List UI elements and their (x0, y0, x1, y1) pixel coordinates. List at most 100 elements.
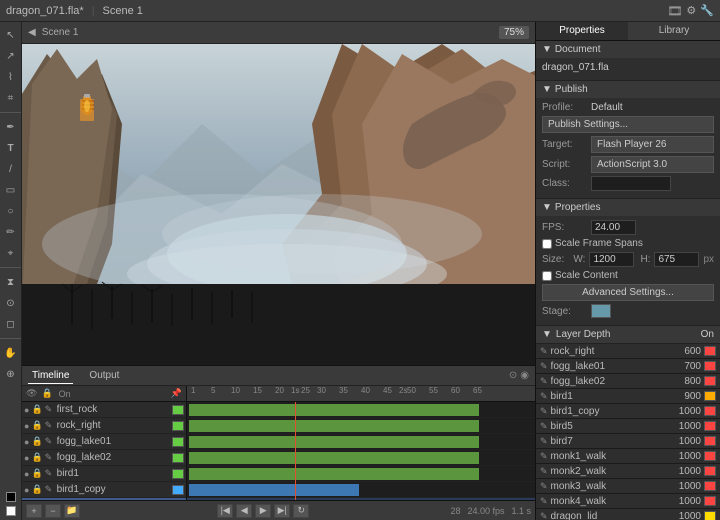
freeform-tool[interactable]: ⌇ (2, 68, 20, 86)
ld-layer-color[interactable] (704, 466, 716, 476)
layer-color[interactable] (172, 469, 184, 479)
ld-row[interactable]: ✎ monk2_walk 1000 (536, 464, 720, 479)
layer-row[interactable]: ● 🔒 ✎ bird1_copy (22, 482, 186, 498)
oval-tool[interactable]: ○ (2, 202, 20, 220)
zoom-tool[interactable]: ⊕ (2, 365, 20, 383)
lasso-tool[interactable]: ⌗ (2, 89, 20, 107)
lock-icon[interactable]: 🔒 (31, 436, 42, 447)
subselect-tool[interactable]: ↗ (2, 47, 20, 65)
add-layer-btn[interactable]: + (26, 504, 42, 518)
ld-row[interactable]: ✎ monk4_walk 1000 (536, 494, 720, 509)
lock-icon[interactable]: 🔒 (31, 404, 42, 415)
ld-layer-color[interactable] (704, 511, 716, 520)
eraser-tool[interactable]: ◻ (2, 315, 20, 333)
ld-row[interactable]: ✎ fogg_lake02 800 (536, 374, 720, 389)
stroke-color[interactable] (6, 492, 16, 502)
ld-layer-color[interactable] (704, 436, 716, 446)
scale-frames-checkbox[interactable] (542, 239, 552, 249)
playhead[interactable] (295, 402, 296, 500)
lock-icon[interactable]: 🔒 (31, 468, 42, 479)
back-btn[interactable]: ◀ (28, 27, 36, 38)
ld-row[interactable]: ✎ bird7 1000 (536, 434, 720, 449)
ld-row[interactable]: ✎ monk1_walk 1000 (536, 449, 720, 464)
lock-icon[interactable]: 🔒 (31, 484, 42, 495)
line-tool[interactable]: / (2, 160, 20, 178)
layer-color[interactable] (172, 421, 184, 431)
stage-color-swatch[interactable] (591, 304, 611, 318)
eye-icon[interactable]: ● (24, 469, 29, 479)
ld-layer-color[interactable] (704, 406, 716, 416)
loop-btn[interactable]: ↻ (293, 504, 309, 518)
layer-row[interactable]: ● 🔒 ✎ rock_right (22, 418, 186, 434)
props-section-header[interactable]: ▼ Properties (536, 199, 720, 216)
layer-color[interactable] (172, 405, 184, 415)
ld-layer-color[interactable] (704, 481, 716, 491)
fill-color[interactable] (6, 506, 16, 516)
tl-onion-icon[interactable]: ⊙ (509, 370, 517, 381)
ld-row[interactable]: ✎ fogg_lake01 700 (536, 359, 720, 374)
lock-icon[interactable]: 🔒 (31, 420, 42, 431)
rect-tool[interactable]: ▭ (2, 181, 20, 199)
tab-properties[interactable]: Properties (536, 22, 628, 40)
eyedrop-tool[interactable]: ⊙ (2, 294, 20, 312)
ld-row[interactable]: ✎ bird1_copy 1000 (536, 404, 720, 419)
layer-row[interactable]: ● 🔒 ✎ first_rock (22, 402, 186, 418)
add-folder-btn[interactable]: 📁 (64, 504, 80, 518)
eye-icon[interactable]: ● (24, 453, 29, 463)
zoom-display[interactable]: 75% (499, 26, 529, 39)
play-btn[interactable]: ▶ (255, 504, 271, 518)
layer-color[interactable] (172, 453, 184, 463)
fill-tool[interactable]: ⧗ (2, 273, 20, 291)
advanced-settings-btn[interactable]: Advanced Settings... (542, 284, 714, 301)
eye-icon[interactable]: ● (24, 437, 29, 447)
height-input[interactable] (654, 252, 699, 267)
ld-layer-color[interactable] (704, 376, 716, 386)
script-dropdown[interactable]: ActionScript 3.0 (591, 156, 714, 173)
ld-layer-color[interactable] (704, 346, 716, 356)
publish-section-header[interactable]: ▼ Publish (536, 81, 720, 98)
tools-icon[interactable]: 🔧 (700, 4, 714, 17)
document-section-header[interactable]: ▼ Document (536, 41, 720, 58)
arrow-tool[interactable]: ↖ (2, 26, 20, 44)
ld-layer-color[interactable] (704, 361, 716, 371)
ld-row[interactable]: ✎ rock_right 600 (536, 344, 720, 359)
tab-timeline[interactable]: Timeline (28, 368, 73, 384)
eye-icon[interactable]: ● (24, 421, 29, 431)
fps-input[interactable] (591, 220, 636, 235)
lock-icon[interactable]: 🔒 (31, 452, 42, 463)
ld-row[interactable]: ✎ monk3_walk 1000 (536, 479, 720, 494)
tl-solo-icon[interactable]: ◉ (520, 370, 529, 381)
ld-row[interactable]: ✎ bird1 900 (536, 389, 720, 404)
ld-row[interactable]: ✎ dragon_lid 1000 (536, 509, 720, 520)
hand-tool[interactable]: ✋ (2, 344, 20, 362)
ld-layer-color[interactable] (704, 421, 716, 431)
rewind-btn[interactable]: |◀ (217, 504, 233, 518)
width-input[interactable] (589, 252, 634, 267)
step-fwd-btn[interactable]: ▶| (274, 504, 290, 518)
settings-icon[interactable]: ⚙ (686, 4, 696, 17)
step-back-btn[interactable]: ◀ (236, 504, 252, 518)
ld-layer-color[interactable] (704, 496, 716, 506)
scale-content-checkbox[interactable] (542, 271, 552, 281)
tab-output[interactable]: Output (85, 368, 123, 383)
layer-color[interactable] (172, 485, 184, 495)
eye-icon[interactable]: ● (24, 485, 29, 495)
delete-layer-btn[interactable]: − (45, 504, 61, 518)
film-icon[interactable]: 🎞 (667, 4, 682, 18)
ld-layer-color[interactable] (704, 451, 716, 461)
target-dropdown[interactable]: Flash Player 26 (591, 136, 714, 153)
tab-library[interactable]: Library (628, 22, 720, 40)
layer-row[interactable]: ● 🔒 ✎ fogg_lake02 (22, 450, 186, 466)
publish-settings-btn[interactable]: Publish Settings... (542, 116, 714, 133)
layer-row[interactable]: ● 🔒 ✎ bird1 (22, 466, 186, 482)
layer-color[interactable] (172, 437, 184, 447)
class-input[interactable] (591, 176, 671, 191)
eye-icon[interactable]: ● (24, 405, 29, 415)
text-tool[interactable]: T (2, 139, 20, 157)
brush-tool[interactable]: ⌖ (2, 244, 20, 262)
ld-layer-color[interactable] (704, 391, 716, 401)
layer-row[interactable]: ● 🔒 ✎ fogg_lake01 (22, 434, 186, 450)
pencil-tool[interactable]: ✏ (2, 223, 20, 241)
ld-row[interactable]: ✎ bird5 1000 (536, 419, 720, 434)
pen-tool[interactable]: ✒ (2, 118, 20, 136)
